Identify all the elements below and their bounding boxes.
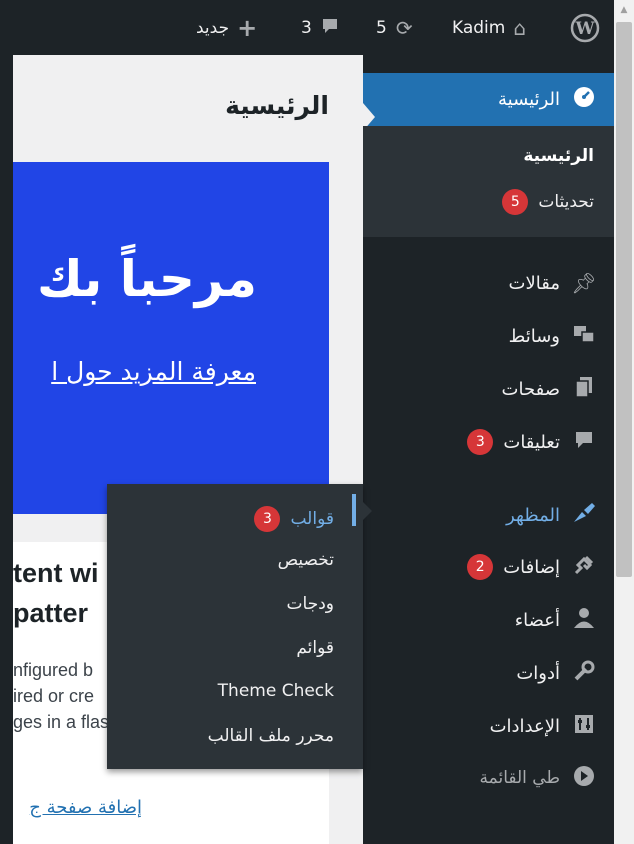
card-text-3: ges in a flash — [13, 712, 120, 732]
flyout-item-menus[interactable]: قوائم — [296, 638, 334, 658]
welcome-panel: مرحباً بك معرفة المزيد حول ا — [13, 162, 329, 514]
welcome-title: مرحباً بك — [36, 250, 257, 308]
flyout-item-theme-check[interactable]: Theme Check — [218, 681, 334, 701]
submenu-updates-label: تحديثات — [538, 192, 594, 212]
media-icon — [571, 324, 597, 349]
site-name: Kadim — [452, 17, 506, 38]
card-heading-2: patter — [13, 598, 89, 628]
menu-item-users[interactable]: أعضاء — [363, 598, 614, 642]
pages-label: صفحات — [501, 378, 560, 400]
admin-sidebar: الرئيسية الرئيسية تحديثات 5 📌︎ مقالات وس… — [363, 55, 614, 844]
flyout-item-customize[interactable]: تخصيص — [278, 550, 334, 570]
menu-item-tools[interactable]: أدوات — [363, 651, 614, 695]
welcome-learn-more-link[interactable]: معرفة المزيد حول ا — [51, 357, 256, 386]
svg-text:W: W — [574, 19, 595, 39]
comments-icon — [571, 430, 597, 455]
tools-label: أدوات — [516, 662, 560, 684]
collapse-label: طي القائمة — [479, 768, 560, 788]
flyout-arrow — [363, 502, 372, 520]
comments-button[interactable]: 3 — [301, 0, 339, 55]
dashboard-icon — [571, 86, 597, 113]
plugins-icon — [571, 554, 597, 581]
home-icon: ⌂ — [513, 15, 527, 40]
comments-count: 3 — [301, 17, 312, 38]
collapse-menu-button[interactable]: طي القائمة — [363, 756, 614, 800]
admin-bar: W ⌂ Kadim ⟳ 5 3 + جديد — [0, 0, 614, 55]
dashboard-label: الرئيسية — [498, 88, 560, 110]
users-label: أعضاء — [514, 609, 560, 631]
site-name-button[interactable]: ⌂ Kadim — [452, 0, 526, 55]
refresh-icon: ⟳ — [395, 15, 413, 40]
appearance-label: المظهر — [506, 504, 560, 526]
pin-icon: 📌︎ — [571, 271, 597, 295]
wordpress-icon: W — [570, 13, 600, 42]
scroll-up-arrow-icon[interactable]: ▲ — [614, 0, 634, 20]
flyout-item-theme-editor[interactable]: محرر ملف القالب — [208, 726, 334, 746]
appearance-icon — [571, 502, 597, 529]
wordpress-logo-button[interactable]: W — [570, 0, 600, 55]
flyout-item-themes[interactable]: قوالب 3 — [254, 506, 334, 532]
updates-button[interactable]: ⟳ 5 — [376, 0, 413, 55]
menu-item-comments[interactable]: تعليقات 3 — [363, 420, 614, 464]
left-edge — [0, 55, 13, 844]
submenu-home[interactable]: الرئيسية — [523, 146, 594, 166]
submenu-updates[interactable]: تحديثات 5 — [502, 189, 594, 215]
add-page-link[interactable]: إضافة صفحة ج — [29, 797, 142, 818]
settings-label: الإعدادات — [489, 715, 560, 737]
menu-item-settings[interactable]: الإعدادات — [363, 704, 614, 748]
menu-item-plugins[interactable]: إضافات 2 — [363, 545, 614, 589]
settings-icon — [571, 714, 597, 739]
page-title: الرئيسية — [225, 91, 329, 120]
users-icon — [571, 607, 597, 634]
new-content-button[interactable]: + جديد — [196, 0, 257, 55]
updates-count: 5 — [376, 17, 387, 38]
plugins-badge: 2 — [467, 554, 494, 580]
comments-badge: 3 — [467, 429, 494, 455]
pages-icon — [571, 376, 597, 403]
menu-item-appearance[interactable]: المظهر — [363, 493, 614, 537]
scrollbar-thumb[interactable] — [616, 22, 632, 577]
menu-item-dashboard[interactable]: الرئيسية — [363, 73, 614, 131]
media-label: وسائط — [508, 325, 560, 347]
plugins-label: إضافات — [503, 556, 560, 578]
tools-icon — [571, 660, 597, 687]
card-text-1: nfigured b — [13, 660, 94, 680]
dashboard-submenu: الرئيسية تحديثات 5 — [363, 126, 614, 237]
submenu-home-label: الرئيسية — [523, 146, 594, 166]
new-label: جديد — [196, 17, 230, 38]
posts-label: مقالات — [508, 272, 560, 294]
menus-label: قوائم — [296, 638, 334, 658]
flyout-active-indicator — [352, 494, 356, 526]
theme-editor-label: محرر ملف القالب — [207, 726, 334, 746]
appearance-flyout-menu: قوالب 3 تخصيص ودجات قوائم Theme Check مح… — [107, 484, 372, 769]
menu-item-pages[interactable]: صفحات — [363, 367, 614, 411]
collapse-icon — [571, 765, 597, 792]
card-text-2: ired or cre — [13, 686, 95, 706]
comment-icon — [321, 16, 339, 40]
flyout-item-widgets[interactable]: ودجات — [287, 594, 334, 614]
comments-label: تعليقات — [503, 431, 560, 453]
card-heading-1: tent wi — [13, 558, 99, 588]
menu-item-media[interactable]: وسائط — [363, 314, 614, 358]
themes-badge: 3 — [254, 506, 281, 532]
updates-badge: 5 — [502, 189, 529, 215]
widgets-label: ودجات — [286, 594, 334, 614]
themes-label: قوالب — [290, 509, 334, 529]
theme-check-label: Theme Check — [217, 681, 334, 701]
plus-icon: + — [237, 13, 258, 42]
menu-item-posts[interactable]: 📌︎ مقالات — [363, 261, 614, 305]
customize-label: تخصيص — [277, 550, 334, 570]
